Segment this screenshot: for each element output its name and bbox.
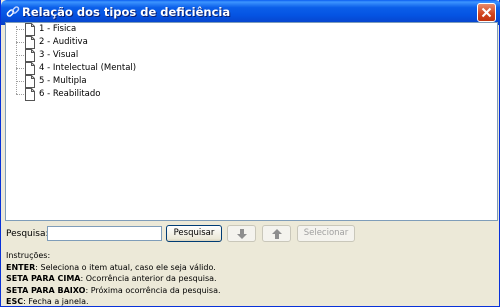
- document-icon: [25, 36, 35, 49]
- link-icon: [6, 5, 20, 19]
- arrow-down-icon: [236, 229, 247, 239]
- tree-item-label: 4 - Intelectual (Mental): [39, 63, 137, 73]
- tree-item-label: 3 - Visual: [39, 50, 79, 60]
- instruction-key: SETA PARA BAIXO: [6, 285, 86, 295]
- instruction-line: ESC: Fecha a janela.: [6, 296, 221, 308]
- instruction-text: : Fecha a janela.: [23, 297, 89, 306]
- dialog-window: Relação dos tipos de deficiência 1 - Fis…: [0, 0, 500, 307]
- tree-item-label: 2 - Auditiva: [39, 37, 88, 47]
- instruction-text: : Ocorrência anterior da pesquisa.: [80, 274, 217, 283]
- select-button[interactable]: Selecionar: [297, 225, 355, 242]
- instruction-line: SETA PARA CIMA: Ocorrência anterior da p…: [6, 273, 221, 285]
- search-button[interactable]: Pesquisar: [166, 225, 222, 242]
- document-icon: [25, 62, 35, 75]
- next-occurrence-button[interactable]: [227, 225, 256, 242]
- tree-connector: [16, 26, 17, 94]
- instructions-panel: Instruções: ENTER: Seleciona o item atua…: [6, 250, 221, 308]
- search-label: Pesquisa:: [6, 229, 49, 239]
- previous-occurrence-button[interactable]: [262, 225, 291, 242]
- instruction-line: SETA PARA BAIXO: Próxima ocorrência da p…: [6, 285, 221, 297]
- instructions-heading: Instruções:: [6, 251, 51, 260]
- instruction-key: ESC: [6, 297, 24, 306]
- instruction-text: : Seleciona o item atual, caso ele seja …: [35, 262, 216, 272]
- instruction-key: SETA PARA CIMA: [6, 274, 81, 283]
- deficiency-tree[interactable]: 1 - Fisica 2 - Auditiva 3 - Visual 4 - I…: [5, 22, 498, 221]
- arrow-up-icon: [271, 229, 282, 239]
- instruction-text: : Próxima ocorrência da pesquisa.: [85, 285, 221, 295]
- document-icon: [25, 75, 35, 88]
- document-icon: [25, 23, 35, 36]
- document-icon: [25, 49, 35, 62]
- close-button[interactable]: [477, 3, 496, 22]
- instruction-line: ENTER: Seleciona o item atual, caso ele …: [6, 262, 221, 274]
- search-input[interactable]: [47, 226, 162, 241]
- instruction-key: ENTER: [6, 262, 36, 272]
- window-title: Relação dos tipos de deficiência: [22, 5, 231, 19]
- tree-item-label: 1 - Fisica: [39, 24, 77, 34]
- close-icon: [481, 7, 492, 18]
- tree-item-label: 5 - Multipla: [39, 76, 87, 86]
- document-icon: [25, 88, 35, 101]
- tree-item-label: 6 - Reabilitado: [39, 89, 101, 99]
